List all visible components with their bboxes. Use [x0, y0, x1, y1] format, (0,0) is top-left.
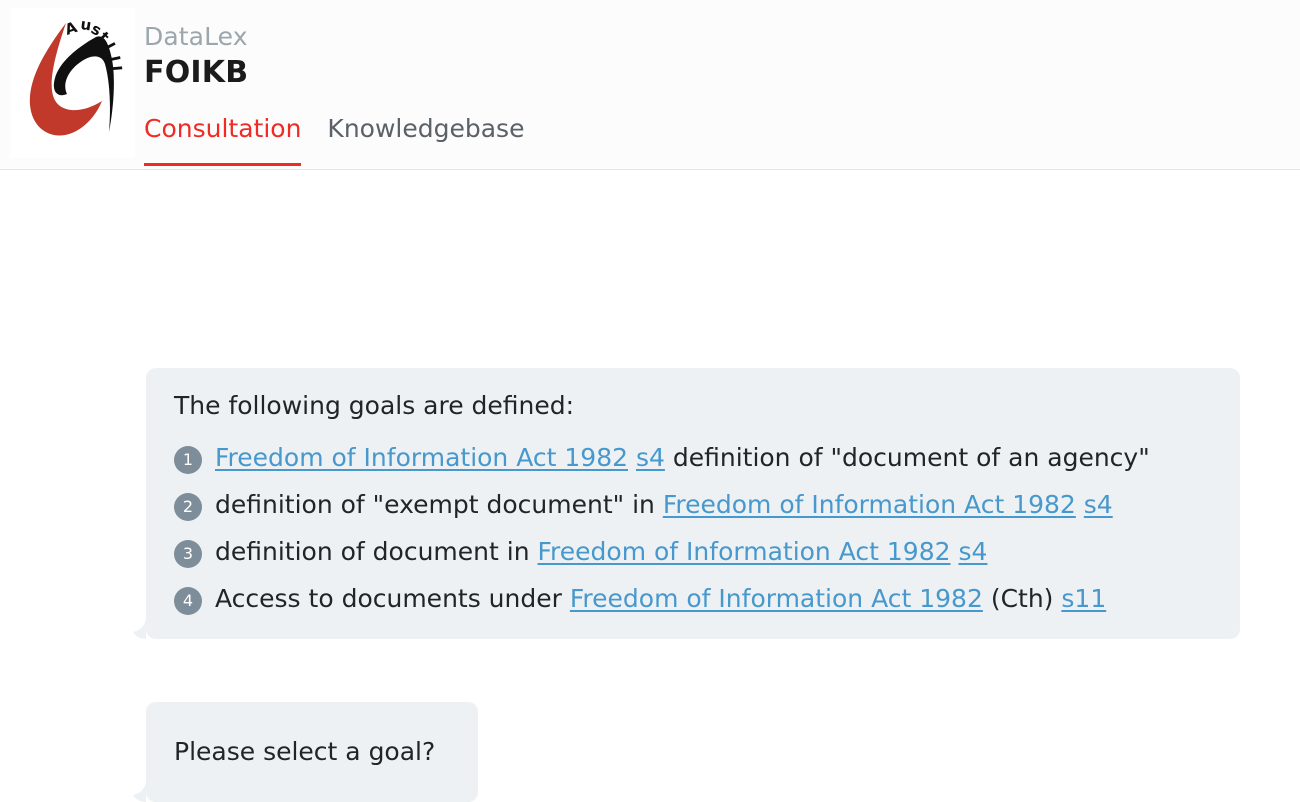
- legislation-link[interactable]: s4: [958, 537, 987, 566]
- goal-text-segment: definition of "exempt document" in: [215, 490, 663, 519]
- legislation-link[interactable]: s4: [636, 443, 665, 472]
- goal-text: definition of "exempt document" in Freed…: [215, 489, 1113, 521]
- goal-text-segment: [1076, 490, 1084, 519]
- goal-text: Freedom of Information Act 1982 s4 defin…: [215, 442, 1150, 474]
- legislation-link[interactable]: Freedom of Information Act 1982: [215, 443, 628, 472]
- tab-consultation[interactable]: Consultation: [144, 112, 302, 166]
- goal-item: 1 Freedom of Information Act 1982 s4 defi…: [174, 442, 1212, 474]
- goals-message-bubble: The following goals are defined: 1 Freedo…: [146, 368, 1240, 639]
- goal-item: 4 Access to documents under Freedom of In…: [174, 583, 1212, 615]
- legislation-link[interactable]: s4: [1084, 490, 1113, 519]
- prompt-message-bubble: Please select a goal?: [146, 702, 478, 802]
- main-nav: Consultation Knowledgebase: [144, 112, 524, 166]
- app-header: A u s t L I I DataLex FOIKB Consultation…: [0, 0, 1300, 170]
- goal-item: 3 definition of document in Freedom of In…: [174, 536, 1212, 568]
- legislation-link[interactable]: s11: [1061, 584, 1106, 613]
- brand-subtitle: DataLex: [144, 22, 248, 51]
- goal-text: definition of document in Freedom of Inf…: [215, 536, 987, 568]
- legislation-link[interactable]: Freedom of Information Act 1982: [570, 584, 983, 613]
- goal-text-segment: [628, 443, 636, 472]
- prompt-text: Please select a goal?: [174, 737, 436, 766]
- austlii-logo[interactable]: A u s t L I I: [10, 8, 135, 158]
- goal-text-segment: definition of document in: [215, 537, 538, 566]
- goal-number-badge: 3: [174, 540, 202, 568]
- goal-text: Access to documents under Freedom of Inf…: [215, 583, 1106, 615]
- page-title: FOIKB: [144, 55, 249, 90]
- goal-text-segment: Access to documents under: [215, 584, 570, 613]
- goals-lead-text: The following goals are defined:: [174, 391, 575, 420]
- goal-number-badge: 2: [174, 493, 202, 521]
- goal-text-segment: (Cth): [982, 584, 1062, 613]
- goal-number-badge: 4: [174, 587, 202, 615]
- goal-text-segment: definition of "document of an agency": [664, 443, 1150, 472]
- legislation-link[interactable]: Freedom of Information Act 1982: [538, 537, 951, 566]
- tab-knowledgebase[interactable]: Knowledgebase: [327, 112, 524, 166]
- goal-number-badge: 1: [174, 446, 202, 474]
- legislation-link[interactable]: Freedom of Information Act 1982: [663, 490, 1076, 519]
- brand: DataLex FOIKB: [144, 22, 248, 92]
- goal-item: 2 definition of "exempt document" in Free…: [174, 489, 1212, 521]
- goal-list: 1 Freedom of Information Act 1982 s4 defi…: [174, 442, 1212, 615]
